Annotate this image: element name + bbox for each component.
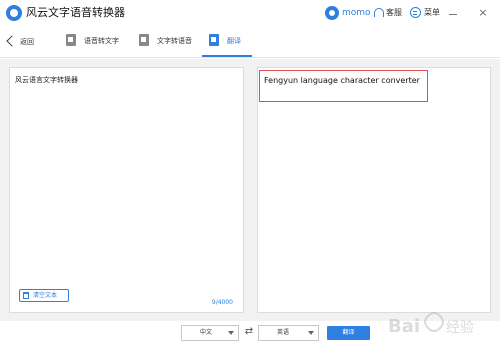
clear-text-button[interactable]: 清空文本 (19, 289, 69, 302)
menu-button[interactable]: 菜单 (424, 7, 440, 19)
minimize-button[interactable] (446, 6, 460, 20)
translation-result-area[interactable]: Fengyun language character converter (257, 67, 491, 313)
app-logo-icon (6, 5, 22, 21)
source-text[interactable]: 风云语言文字转换器 (15, 75, 78, 85)
headset-icon[interactable] (374, 8, 384, 17)
title-bar: 风云文字语音转换器 momo 客服 菜单 × (0, 0, 500, 26)
active-tab-indicator (202, 55, 252, 57)
swap-languages-icon[interactable]: ⇄ (243, 326, 255, 338)
translate-icon (209, 34, 219, 46)
tab-label: 语音转文字 (84, 37, 119, 45)
close-button[interactable]: × (476, 6, 490, 20)
back-button[interactable]: 返回 (6, 35, 34, 51)
svg-text:Bai: Bai (388, 316, 420, 337)
source-language-value: 中文 (200, 329, 213, 336)
svg-text:经验: 经验 (446, 320, 474, 336)
baidu-watermark: Bai 经验 (386, 306, 494, 346)
trash-icon (23, 292, 29, 299)
back-label: 返回 (20, 38, 34, 46)
text-to-speech-icon (139, 34, 149, 46)
tab-text-to-speech[interactable]: 文字转语音 (139, 32, 201, 58)
work-area: 风云语言文字转换器 清空文本 9/4000 Fengyun language c… (0, 59, 500, 321)
target-language-value: 英语 (277, 329, 290, 336)
chevron-down-icon (228, 331, 234, 335)
baidu-watermark-logo: Bai 经验 (388, 312, 474, 337)
tab-speech-to-text[interactable]: 语音转文字 (66, 32, 128, 58)
result-highlight-box: Fengyun language character converter (259, 70, 428, 102)
tab-label: 翻译 (227, 37, 241, 45)
source-text-area[interactable]: 风云语言文字转换器 清空文本 9/4000 (9, 67, 244, 313)
target-language-select[interactable]: 英语 (258, 325, 319, 341)
chevron-down-icon (308, 331, 314, 335)
character-count: 9/4000 (211, 299, 233, 306)
source-language-select[interactable]: 中文 (181, 325, 239, 341)
clear-text-label: 清空文本 (33, 292, 58, 299)
app-title: 风云文字语音转换器 (26, 6, 125, 19)
translation-result-text: Fengyun language character converter (264, 76, 420, 85)
tab-label: 文字转语音 (157, 37, 192, 45)
toolbar: 返回 语音转文字 文字转语音 翻译 (0, 28, 500, 58)
translate-button[interactable]: 翻译 (327, 326, 370, 340)
username[interactable]: momo (342, 7, 371, 19)
speech-to-text-icon (66, 34, 76, 46)
back-arrow-icon (6, 35, 18, 47)
customer-service-button[interactable]: 客服 (386, 7, 402, 19)
user-avatar-icon[interactable] (325, 6, 339, 20)
menu-icon[interactable] (410, 7, 421, 18)
